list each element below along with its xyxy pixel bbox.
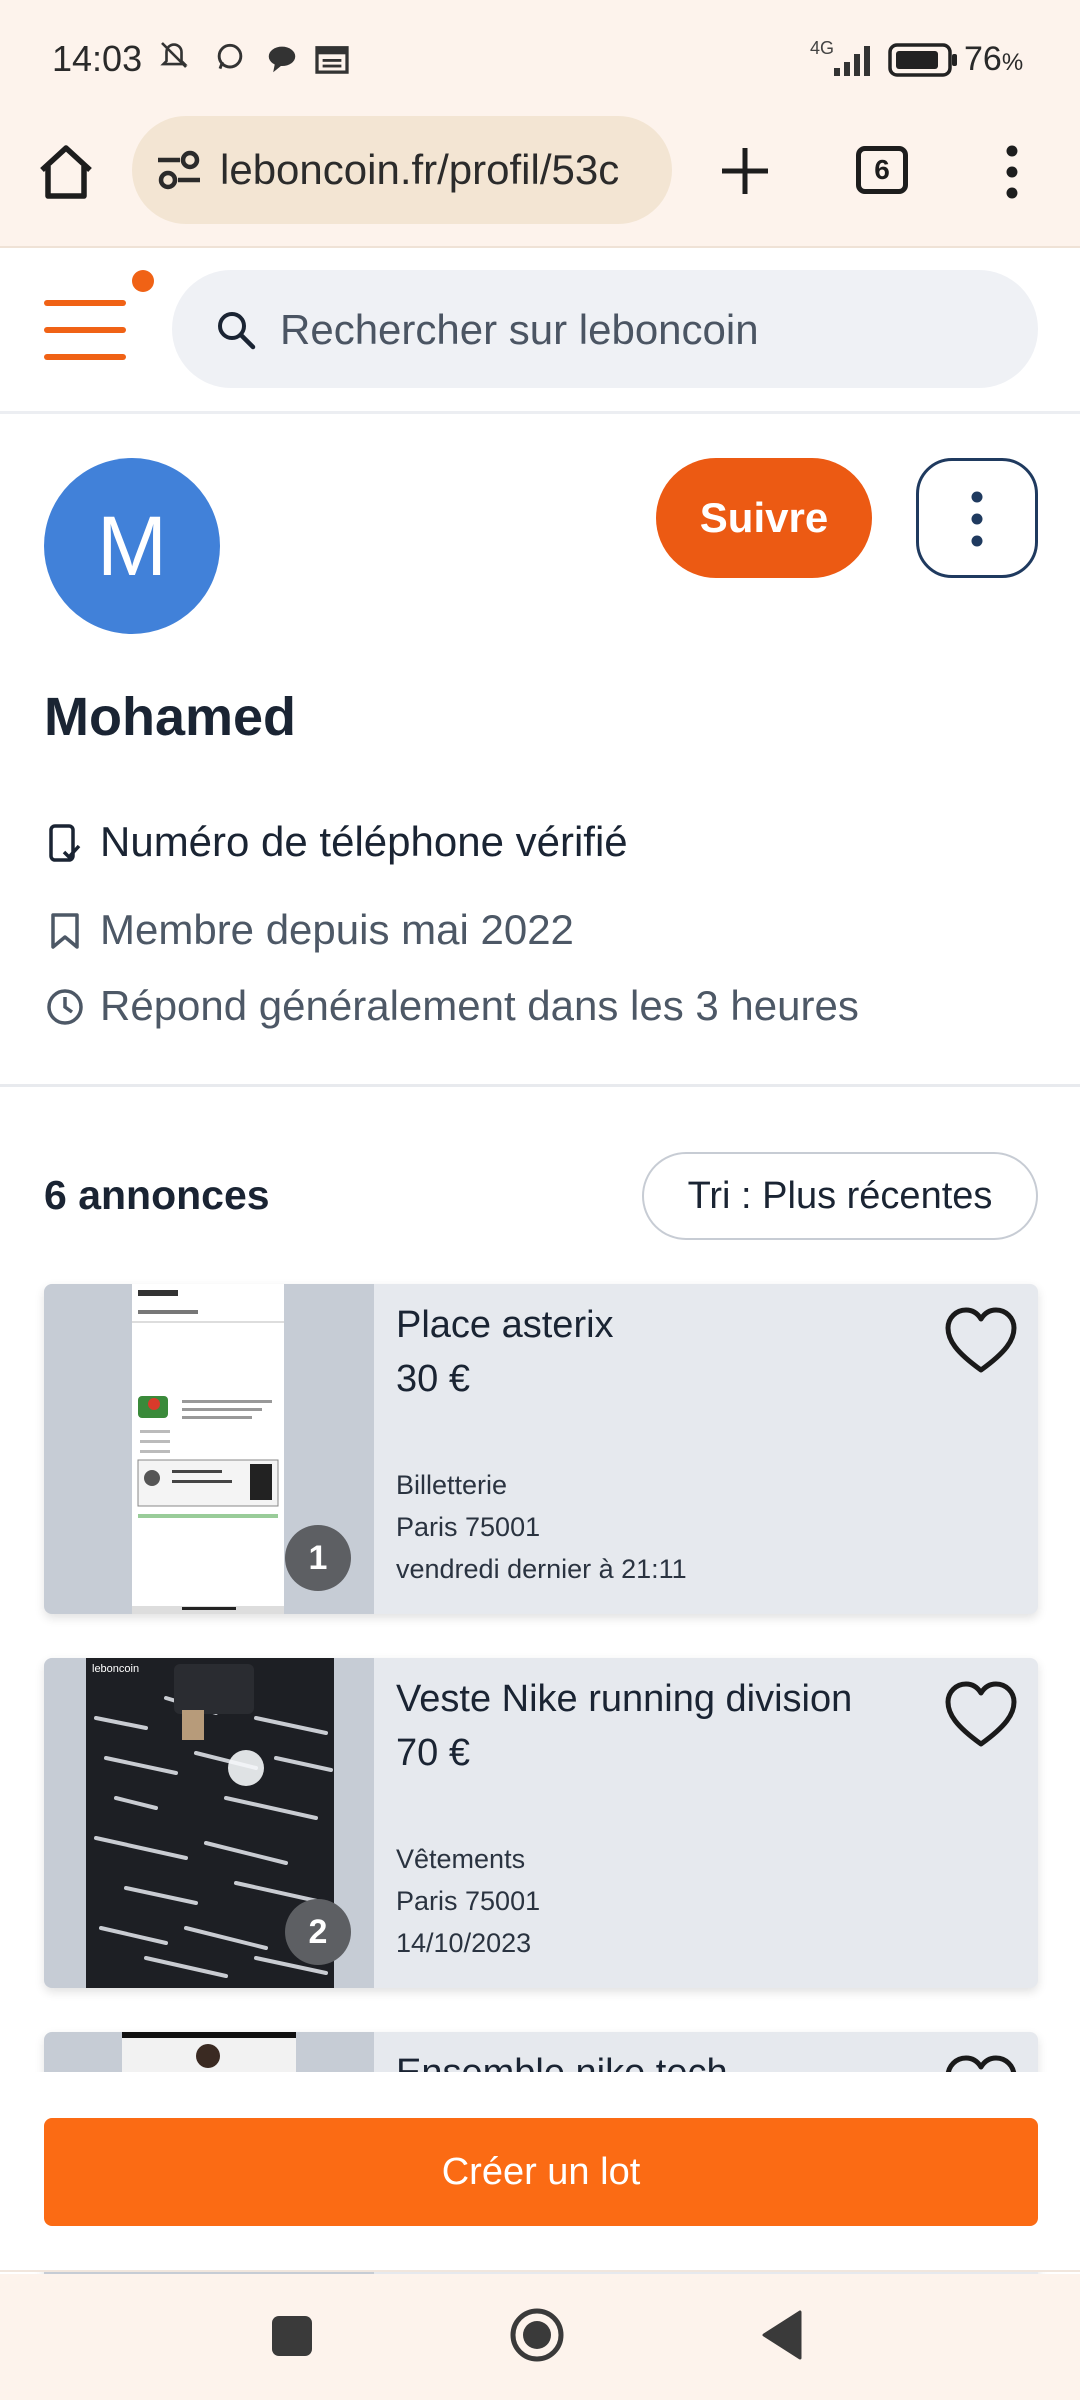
url-text: leboncoin.fr/profil/53c (220, 146, 620, 193)
listing-location: Paris 75001 (396, 1512, 541, 1542)
search-placeholder: Rechercher sur leboncoin (280, 306, 759, 353)
mute-icon (160, 42, 188, 68)
new-tab-icon[interactable] (720, 146, 770, 196)
favorite-heart-icon[interactable] (944, 1680, 1018, 1750)
more-options-button[interactable] (916, 458, 1038, 578)
listing-price: 70 € (396, 1732, 470, 1774)
listing-price: 30 € (396, 1358, 470, 1400)
more-vertical-icon (971, 491, 983, 547)
favorite-heart-icon[interactable] (944, 1306, 1018, 1376)
bookmark-icon (51, 913, 79, 949)
site-settings-icon[interactable] (156, 150, 202, 190)
home-nav-icon[interactable] (508, 2306, 566, 2364)
listing-title: Place asterix (396, 1304, 614, 1346)
back-icon[interactable] (760, 2310, 804, 2360)
search-icon (218, 312, 256, 350)
photo-count-badge: 2 (285, 1899, 351, 1965)
status-time: 14:03 (52, 38, 143, 79)
network-type: 4G (810, 38, 835, 58)
listings-count: 6 annonces (44, 1172, 270, 1218)
listing-thumbnail: leboncoin 2 (44, 1658, 374, 1988)
listing-card[interactable]: leboncoin 2 Veste Nike running division … (44, 1658, 1038, 1988)
ticket-screenshot-image (132, 1284, 284, 1614)
listing-category: Vêtements (396, 1844, 526, 1874)
clock-icon (47, 989, 83, 1025)
menu-icon[interactable] (1000, 144, 1024, 200)
info-text: Membre depuis mai 2022 (100, 906, 574, 953)
listing-title: Veste Nike running division (396, 1678, 853, 1720)
recents-icon[interactable] (270, 2314, 314, 2358)
follow-button[interactable]: Suivre (656, 458, 872, 578)
tabs-icon[interactable]: 6 (856, 146, 908, 194)
battery-icon (888, 43, 957, 77)
listing-thumbnail: 1 (44, 1284, 374, 1614)
search-input[interactable]: Rechercher sur leboncoin (172, 270, 1038, 388)
listing-date: 14/10/2023 (396, 1928, 532, 1958)
info-text: Répond généralement dans les 3 heures (100, 982, 859, 1029)
home-icon[interactable] (36, 144, 96, 200)
phone-check-icon (49, 824, 81, 862)
info-text: Numéro de téléphone vérifié (100, 818, 628, 865)
chat-icon (268, 46, 296, 73)
hamburger-menu-icon[interactable] (44, 300, 126, 360)
signal-icon (834, 46, 870, 76)
avatar: M (44, 458, 220, 634)
svg-text:leboncoin: leboncoin (92, 1663, 139, 1675)
calendar-icon (315, 46, 349, 74)
divider (0, 1084, 1080, 1087)
whatsapp-icon (217, 43, 243, 70)
listing-category: Billetterie (396, 1470, 508, 1500)
listing-location: Paris 75001 (396, 1886, 541, 1916)
listing-date: vendredi dernier à 21:11 (396, 1554, 687, 1584)
sort-button[interactable]: Tri : Plus récentes (642, 1152, 1038, 1240)
photo-count-badge: 1 (285, 1525, 351, 1591)
battery-level: 76% (964, 40, 1024, 78)
address-bar[interactable]: leboncoin.fr/profil/53c (132, 116, 672, 224)
notification-dot (132, 270, 154, 292)
create-lot-button[interactable]: Créer un lot (44, 2118, 1038, 2226)
profile-name: Mohamed (44, 687, 297, 747)
listing-card[interactable]: 1 Place asterix 30 € Billetterie Paris 7… (44, 1284, 1038, 1614)
